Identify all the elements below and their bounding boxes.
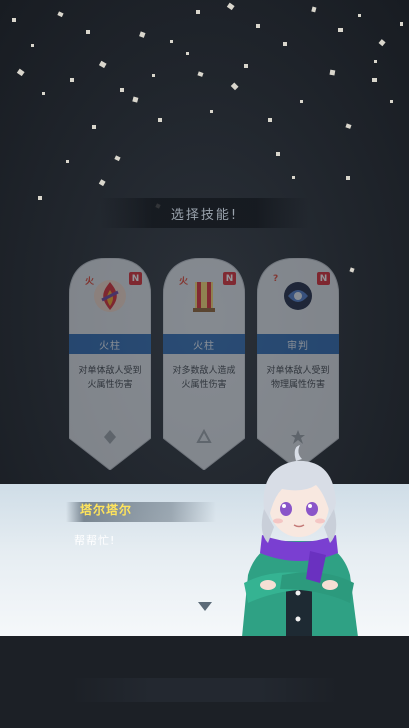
skill-name: 火柱 bbox=[69, 334, 151, 354]
skill-name: 火柱 bbox=[163, 334, 245, 354]
skill-name: 审判 bbox=[257, 334, 339, 354]
skill-description: 对单体敌人受到物理属性伤害 bbox=[266, 366, 330, 390]
fire-pillar-icon bbox=[193, 282, 215, 312]
triangle-down-icon[interactable] bbox=[198, 602, 212, 611]
bottom-panel bbox=[0, 636, 409, 728]
speaker-name: 塔尔塔尔 bbox=[80, 503, 133, 517]
rarity-badge: N bbox=[129, 272, 142, 285]
rarity-badge: N bbox=[317, 272, 330, 285]
prompt-text: 选择技能! bbox=[170, 207, 239, 223]
rarity-badge: N bbox=[223, 272, 236, 285]
card-foot-icon bbox=[104, 430, 116, 444]
skill-card-2[interactable]: 火 N 火柱 对多数敌人造成火属性伤害 bbox=[163, 258, 245, 470]
skill-card-3[interactable]: ? N 审判 对单体敌人受到物理属性伤害 bbox=[257, 258, 339, 470]
character-portrait bbox=[242, 445, 358, 637]
judgement-icon bbox=[284, 282, 312, 310]
skill-description: 对单体敌人受到火属性伤害 bbox=[78, 366, 142, 390]
card-foot-icon bbox=[196, 428, 212, 443]
dialog-line: 帮帮忙! bbox=[74, 534, 116, 547]
skill-card-1[interactable]: 火 N 火柱 对单体敌人受到火属性伤害 bbox=[69, 258, 151, 470]
bottom-strip bbox=[70, 678, 340, 702]
fire-pillar-icon bbox=[94, 280, 126, 312]
skill-description: 对多数敌人造成火属性伤害 bbox=[172, 366, 236, 390]
choose-skill-prompt: 选择技能! bbox=[100, 198, 309, 228]
